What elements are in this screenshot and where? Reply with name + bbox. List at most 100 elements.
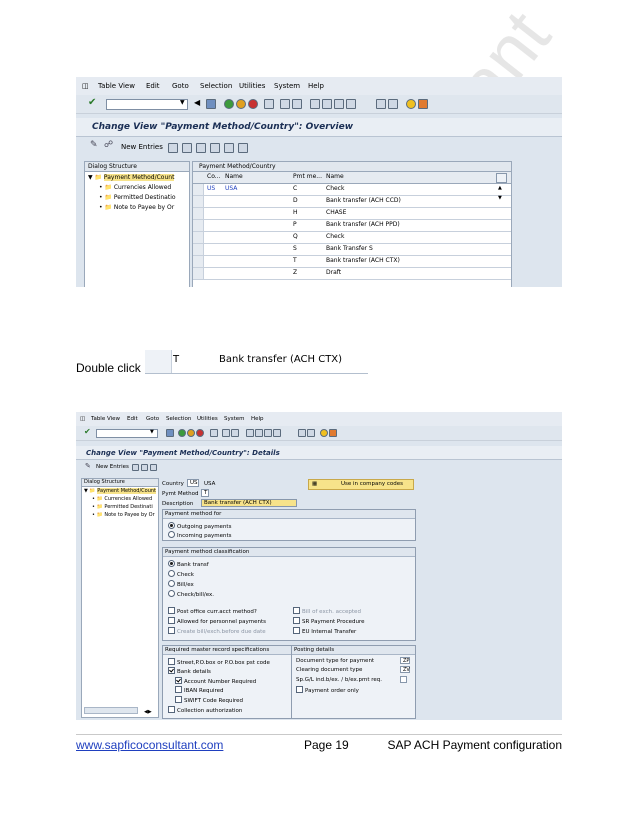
next-page-icon[interactable] — [334, 99, 344, 109]
last-page-icon[interactable] — [273, 429, 281, 437]
shortcut-icon[interactable] — [307, 429, 315, 437]
enter-icon[interactable]: ✔ — [84, 427, 91, 436]
next-page-icon[interactable] — [264, 429, 272, 437]
menu-icon[interactable]: ◫ — [82, 82, 89, 90]
exit-icon[interactable] — [236, 99, 246, 109]
country-field[interactable]: US — [187, 479, 199, 487]
iban-required-checkbox[interactable]: IBAN Required — [175, 686, 224, 694]
save-icon[interactable] — [206, 99, 216, 109]
menu-system[interactable]: System — [224, 416, 245, 422]
display-change-icon[interactable]: ✎ — [85, 462, 91, 470]
shortcut-icon[interactable] — [388, 99, 398, 109]
tree-item-destinations[interactable]: • 📁 Permitted Destinati — [92, 504, 153, 510]
use-in-company-codes-button[interactable]: ▦ Use in company codes — [308, 479, 414, 490]
previous-page-icon[interactable] — [322, 99, 332, 109]
copy-as-icon[interactable] — [168, 143, 178, 153]
previous-page-icon[interactable] — [255, 429, 263, 437]
scroll-left-right-icon[interactable]: ◀▶ — [144, 709, 152, 715]
scroll-down-icon[interactable]: ▼ — [498, 195, 502, 201]
cancel-icon[interactable] — [196, 429, 204, 437]
menu-goto[interactable]: Goto — [146, 416, 159, 422]
help-icon[interactable] — [320, 429, 328, 437]
bank-details-checkbox[interactable]: Bank details — [168, 667, 211, 675]
payment-method-name[interactable]: Bank transfer (ACH CTX) — [219, 354, 342, 365]
save-icon[interactable] — [166, 429, 174, 437]
new-entries-button[interactable]: New Entries — [121, 143, 163, 151]
table-settings-icon[interactable] — [496, 173, 507, 183]
help-icon[interactable] — [406, 99, 416, 109]
table-row[interactable]: Z Draft — [193, 268, 511, 280]
undo-icon[interactable] — [196, 143, 206, 153]
eu-internal-transfer-checkbox[interactable]: EU Internal Transfer — [293, 627, 356, 635]
new-session-icon[interactable] — [376, 99, 386, 109]
column-header[interactable]: Name — [326, 173, 344, 180]
chevron-down-icon[interactable]: ▼ — [150, 429, 154, 435]
menu-utilities[interactable]: Utilities — [239, 82, 265, 90]
horizontal-scrollbar[interactable] — [84, 707, 138, 714]
column-header[interactable]: Pmt me... — [293, 173, 322, 180]
new-session-icon[interactable] — [298, 429, 306, 437]
tree-item-currencies[interactable]: • 📁 Currencies Allowed — [92, 496, 152, 502]
column-header[interactable]: Name — [225, 173, 243, 180]
menu-edit[interactable]: Edit — [127, 416, 138, 422]
outgoing-payments-radio[interactable]: Outgoing payments — [168, 522, 231, 530]
undo-icon[interactable] — [150, 464, 157, 471]
tree-item-payment-method[interactable]: ▼ 📁 Payment Method/Count — [84, 488, 157, 494]
payment-order-only-checkbox[interactable]: Payment order only — [296, 686, 359, 694]
description-field[interactable]: Bank transfer (ACH CTX) — [201, 499, 297, 507]
row-selector[interactable] — [193, 184, 204, 195]
tree-item-note-to-payee[interactable]: • 📁 Note to Payee by Or — [92, 512, 155, 518]
table-row[interactable]: US USA C Check — [193, 184, 511, 196]
other-view-icon[interactable]: ☍ — [104, 140, 113, 150]
check-bill-radio[interactable]: Check/bill/ex. — [168, 590, 214, 598]
menu-edit[interactable]: Edit — [146, 82, 160, 90]
find-icon[interactable] — [222, 429, 230, 437]
menu-selection[interactable]: Selection — [200, 82, 232, 90]
first-page-icon[interactable] — [246, 429, 254, 437]
table-row[interactable]: T Bank transfer (ACH CTX) — [193, 256, 511, 268]
select-block-icon[interactable] — [224, 143, 234, 153]
menu-selection[interactable]: Selection — [166, 416, 191, 422]
row-selector[interactable] — [193, 268, 204, 279]
print-icon[interactable] — [264, 99, 274, 109]
last-page-icon[interactable] — [346, 99, 356, 109]
special-gl-indicator-field[interactable] — [400, 676, 407, 683]
find-icon[interactable] — [280, 99, 290, 109]
table-row[interactable]: Q Check — [193, 232, 511, 244]
select-all-icon[interactable] — [210, 143, 220, 153]
menu-help[interactable]: Help — [308, 82, 324, 90]
cancel-icon[interactable] — [248, 99, 258, 109]
tree-item-destinations[interactable]: • 📁 Permitted Destinatio — [99, 194, 176, 201]
row-selector[interactable] — [193, 232, 204, 243]
enter-icon[interactable]: ✔ — [88, 97, 96, 108]
back-icon[interactable] — [178, 429, 186, 437]
table-row[interactable]: S Bank Transfer S — [193, 244, 511, 256]
row-selector[interactable] — [193, 256, 204, 267]
street-po-box-checkbox[interactable]: Street,P.O.box or P.O.box pst code — [168, 658, 270, 666]
row-selector[interactable] — [193, 196, 204, 207]
chevron-down-icon[interactable]: ▼ — [180, 99, 185, 106]
new-entries-button[interactable]: New Entries — [96, 464, 129, 470]
tree-item-payment-method[interactable]: ▼ 📁 Payment Method/Count — [88, 174, 175, 181]
exit-icon[interactable] — [187, 429, 195, 437]
payment-method-code[interactable]: T — [173, 354, 179, 365]
command-field[interactable] — [96, 429, 158, 438]
command-field[interactable] — [106, 99, 188, 110]
clearing-document-type-field[interactable]: ZV — [400, 666, 410, 673]
menu-icon[interactable]: ◫ — [80, 416, 85, 422]
menu-help[interactable]: Help — [251, 416, 264, 422]
bank-transfer-radio[interactable]: Bank transf — [168, 560, 209, 568]
back-icon[interactable] — [224, 99, 234, 109]
row-selector[interactable] — [193, 244, 204, 255]
bill-of-exchange-radio[interactable]: Bill/ex — [168, 580, 194, 588]
first-page-icon[interactable] — [310, 99, 320, 109]
personnel-payments-checkbox[interactable]: Allowed for personnel payments — [168, 617, 266, 625]
tree-item-currencies[interactable]: • 📁 Currencies Allowed — [99, 184, 171, 191]
collection-authorization-checkbox[interactable]: Collection authorization — [168, 706, 242, 714]
print-icon[interactable] — [210, 429, 218, 437]
layout-menu-icon[interactable] — [329, 429, 337, 437]
document-type-field[interactable]: ZP — [400, 657, 410, 664]
post-office-checkbox[interactable]: Post office curr.acct method? — [168, 607, 257, 615]
display-change-icon[interactable]: ✎ — [90, 140, 98, 150]
menu-goto[interactable]: Goto — [172, 82, 189, 90]
